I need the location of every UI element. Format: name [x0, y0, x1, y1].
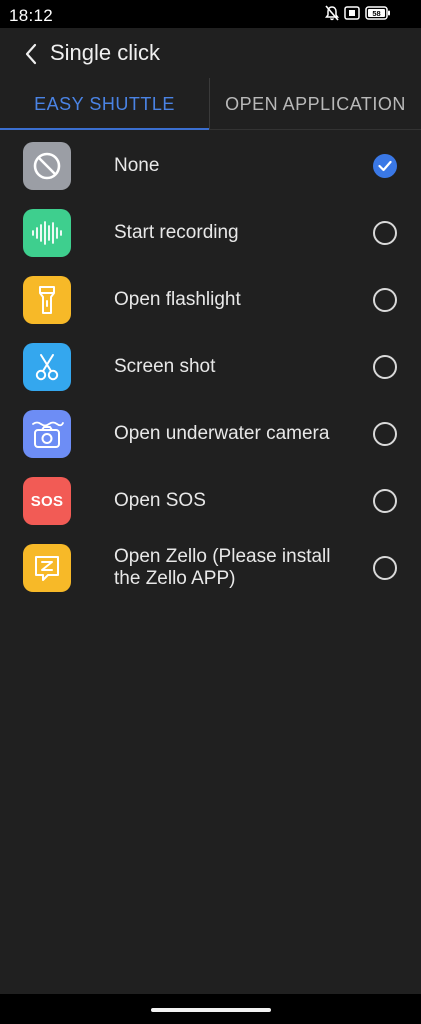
option-none[interactable]: None [0, 132, 421, 199]
battery-level-text: 58 [372, 9, 380, 18]
navigation-bar [0, 994, 421, 1024]
flashlight-icon [23, 276, 71, 324]
radio-button[interactable] [373, 422, 397, 446]
sos-icon: SOS [23, 477, 71, 525]
status-time: 18:12 [9, 6, 54, 25]
screen: Single click EASY SHUTTLE OPEN APPLICATI… [0, 28, 421, 994]
sound-wave-icon [23, 209, 71, 257]
checkmark-icon [378, 160, 392, 172]
bell-off-icon [325, 5, 339, 21]
radio-button-checked[interactable] [373, 154, 397, 178]
home-indicator[interactable] [151, 1008, 271, 1012]
active-tab-indicator [0, 128, 209, 130]
radio-button[interactable] [373, 556, 397, 580]
scissors-icon [23, 343, 71, 391]
option-open-zello[interactable]: Open Zello (Please install the Zello APP… [0, 534, 421, 601]
option-label: Open underwater camera [114, 422, 330, 444]
no-entry-icon [23, 142, 71, 190]
radio-button[interactable] [373, 221, 397, 245]
option-label: Open flashlight [114, 288, 241, 310]
tab-easy-shuttle[interactable]: EASY SHUTTLE [0, 78, 209, 130]
underwater-camera-icon [23, 410, 71, 458]
status-bar: 18:12 58 [0, 0, 421, 28]
option-label: Open SOS [114, 489, 206, 511]
option-label: None [114, 154, 160, 176]
header: Single click [0, 28, 421, 78]
tab-open-application[interactable]: OPEN APPLICATION [210, 78, 421, 130]
option-screen-shot[interactable]: Screen shot [0, 333, 421, 400]
option-start-recording[interactable]: Start recording [0, 199, 421, 266]
radio-button[interactable] [373, 489, 397, 513]
option-label: Open Zello (Please install the Zello APP… [114, 545, 331, 589]
option-open-underwater-camera[interactable]: Open underwater camera [0, 400, 421, 467]
zello-icon [23, 544, 71, 592]
radio-button[interactable] [373, 355, 397, 379]
back-button[interactable] [22, 42, 42, 66]
sos-icon-text: SOS [30, 492, 64, 510]
status-icons: 58 [325, 5, 391, 21]
tab-bar: EASY SHUTTLE OPEN APPLICATION [0, 78, 421, 130]
sim-card-icon [344, 6, 360, 20]
options-list: None Start recording Open flashlight Scr… [0, 132, 421, 601]
option-open-sos[interactable]: SOS Open SOS [0, 467, 421, 534]
option-open-flashlight[interactable]: Open flashlight [0, 266, 421, 333]
chevron-left-icon[interactable] [22, 42, 42, 66]
option-label: Start recording [114, 221, 239, 243]
page-title: Single click [50, 40, 161, 65]
battery-icon: 58 [365, 6, 391, 20]
option-label: Screen shot [114, 355, 216, 377]
radio-button[interactable] [373, 288, 397, 312]
